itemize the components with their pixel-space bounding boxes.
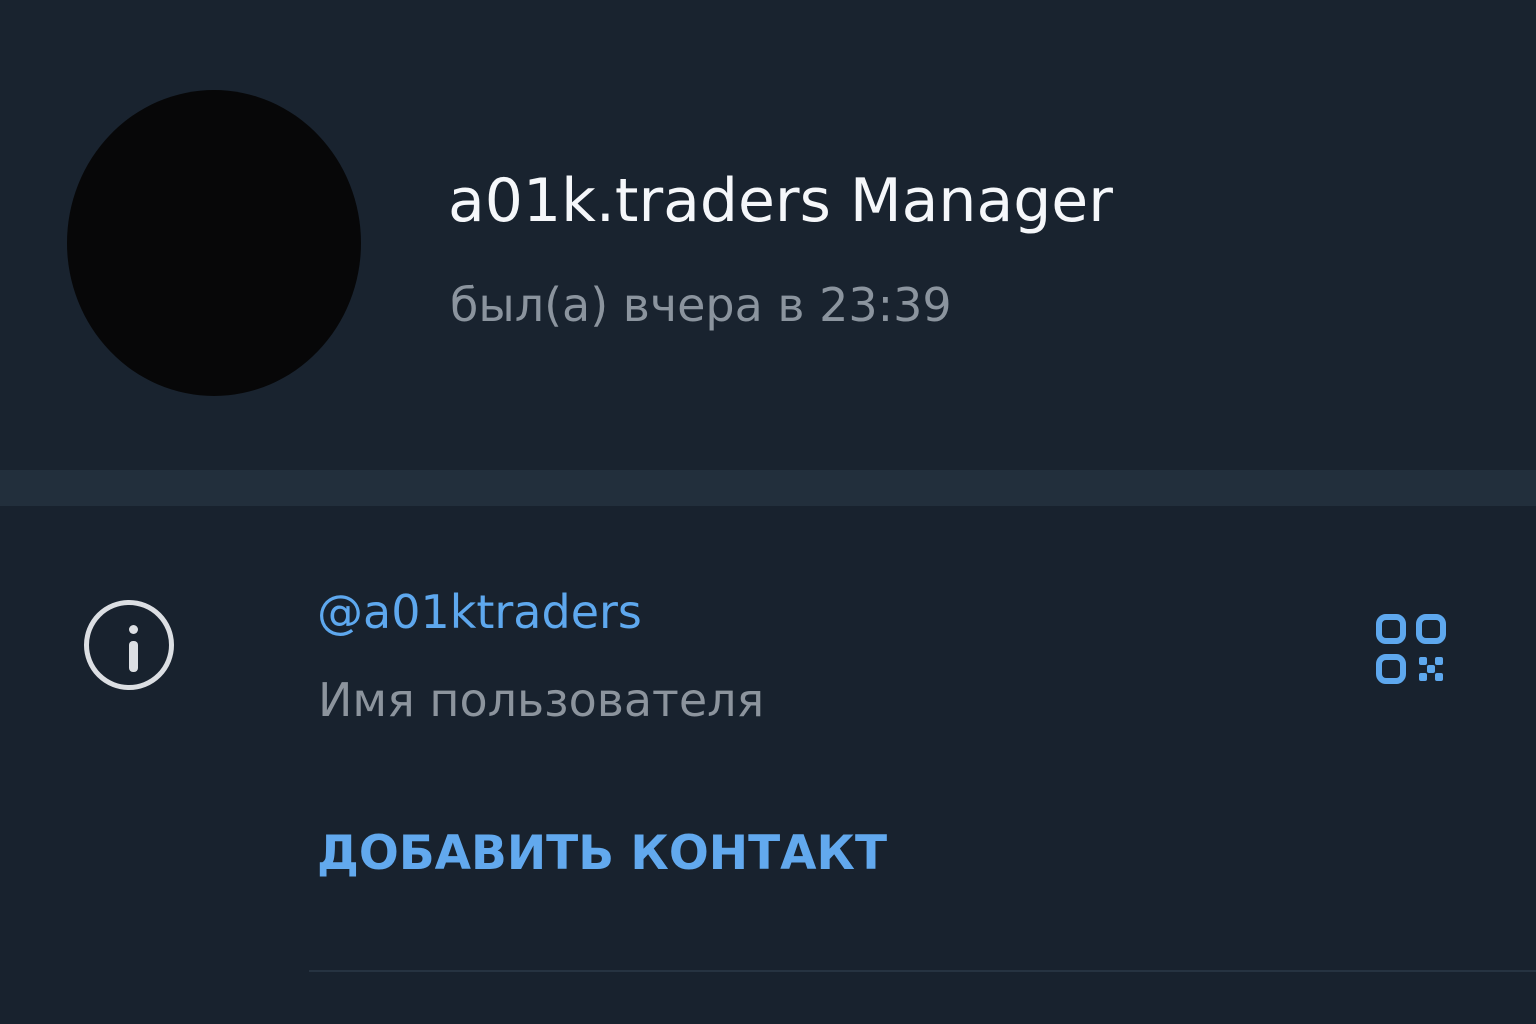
profile-page: a01k.traders Manager был(а) вчера в 23:3…: [0, 0, 1536, 1024]
username-label: Имя пользователя: [318, 673, 765, 727]
avatar[interactable]: [67, 90, 361, 396]
info-dot: [129, 625, 138, 634]
profile-header: a01k.traders Manager был(а) вчера в 23:3…: [0, 0, 1536, 470]
info-section: [0, 506, 1536, 1024]
username-link[interactable]: @a01ktraders: [317, 585, 642, 639]
profile-name: a01k.traders Manager: [448, 166, 1113, 236]
section-divider: [0, 470, 1536, 506]
bottom-divider: [309, 970, 1536, 972]
info-bar: [129, 641, 138, 672]
qr-code-icon[interactable]: [1376, 614, 1446, 684]
add-contact-button[interactable]: ДОБАВИТЬ КОНТАКТ: [317, 826, 887, 881]
last-seen-status: был(а) вчера в 23:39: [450, 278, 952, 332]
info-circle-icon: [84, 600, 174, 690]
